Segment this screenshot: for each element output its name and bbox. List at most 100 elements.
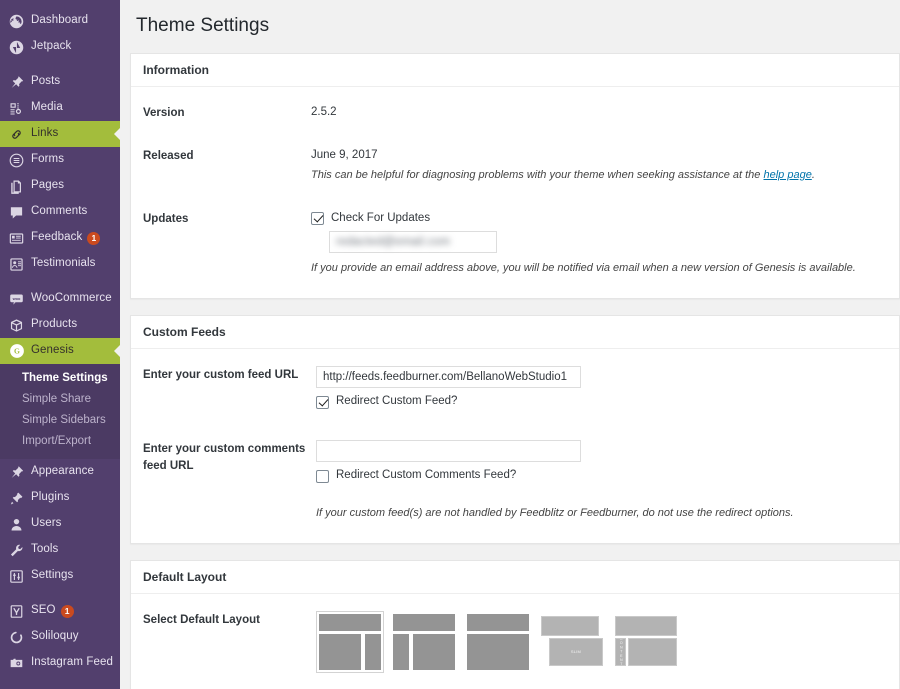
comment-icon bbox=[8, 204, 25, 221]
sidebar-item-genesis[interactable]: G Genesis bbox=[0, 338, 120, 364]
released-label: Released bbox=[143, 149, 194, 162]
sidebar-separator bbox=[0, 589, 120, 598]
sidebar-item-testimonials[interactable]: Testimonials bbox=[0, 251, 120, 277]
sidebar-item-label: Feedback bbox=[31, 231, 83, 244]
feedback-icon bbox=[8, 230, 25, 247]
submenu-item-import-export[interactable]: Import/Export bbox=[0, 431, 120, 452]
sidebar-item-label: Instagram Feed bbox=[31, 656, 113, 669]
sidebar-item-label: Soliloquy bbox=[31, 630, 79, 643]
update-email-field[interactable]: redacted@email.com bbox=[329, 231, 497, 254]
layout-option-content-sidebar-sidebar[interactable]: SLIM bbox=[538, 611, 606, 673]
redirect-custom-comments-feed-checkbox[interactable] bbox=[316, 469, 329, 483]
sidebar-item-forms[interactable]: Forms bbox=[0, 147, 120, 173]
redirect-custom-feed-label: Redirect Custom Feed? bbox=[336, 395, 458, 408]
sidebar-item-label: Dashboard bbox=[31, 14, 89, 27]
help-page-link[interactable]: help page bbox=[763, 169, 811, 181]
sidebar-content-layout-icon bbox=[393, 613, 455, 670]
sidebar-item-dashboard[interactable]: Dashboard bbox=[0, 8, 120, 34]
sidebar-item-label: Tools bbox=[31, 543, 59, 556]
sidebar-item-label: Users bbox=[31, 517, 62, 530]
check-for-updates-checkbox[interactable] bbox=[311, 211, 324, 225]
released-description: This can be helpful for diagnosing probl… bbox=[311, 167, 887, 185]
admin-sidebar: Dashboard Jetpack Posts Media Links Form… bbox=[0, 0, 120, 689]
select-default-layout-row: Select Default Layout SLIM CONTENT bbox=[143, 598, 887, 685]
sidebar-item-label: SEO bbox=[31, 604, 56, 617]
layout-option-content-sidebar[interactable] bbox=[316, 610, 384, 673]
layout-option-sidebar-content[interactable] bbox=[390, 611, 458, 673]
sidebar-item-links[interactable]: Links bbox=[0, 121, 120, 147]
submenu-item-theme-settings[interactable]: Theme Settings bbox=[0, 368, 120, 389]
sidebar-item-label: Comments bbox=[31, 205, 88, 218]
sidebar-item-woocommerce[interactable]: woo WooCommerce bbox=[0, 286, 120, 312]
genesis-icon: G bbox=[8, 343, 25, 360]
sidebar-item-plugins[interactable]: Plugins bbox=[0, 485, 120, 511]
sidebar-item-label: Posts bbox=[31, 75, 61, 88]
custom-feeds-panel: Custom Feeds Enter your custom feed URL … bbox=[130, 314, 900, 544]
genesis-submenu: Theme Settings Simple Share Simple Sideb… bbox=[0, 364, 120, 459]
released-field: June 9, 2017 This can be helpful for dia… bbox=[311, 147, 887, 185]
sidebar-item-tools[interactable]: Tools bbox=[0, 537, 120, 563]
sidebar-item-posts[interactable]: Posts bbox=[0, 69, 120, 95]
sidebar-item-settings[interactable]: Settings bbox=[0, 563, 120, 589]
updates-description: If you provide an email address above, y… bbox=[311, 262, 856, 275]
sidebar-item-media[interactable]: Media bbox=[0, 95, 120, 121]
comments-feed-url-input[interactable] bbox=[316, 440, 581, 463]
sidebar-item-label: Genesis bbox=[31, 344, 74, 357]
version-value: 2.5.2 bbox=[311, 106, 337, 119]
redirect-custom-feed-checkbox[interactable] bbox=[316, 395, 329, 409]
sidebar-item-label: Settings bbox=[31, 569, 74, 582]
sidebar-item-label: Appearance bbox=[31, 465, 95, 478]
sidebar-item-comments[interactable]: Comments bbox=[0, 199, 120, 225]
custom-feeds-note: If your custom feed(s) are not handled b… bbox=[316, 506, 794, 519]
link-icon bbox=[8, 126, 25, 143]
layout-option-sidebar-sidebar-content[interactable]: CONTENT bbox=[612, 611, 680, 673]
sidebar-item-pages[interactable]: Pages bbox=[0, 173, 120, 199]
layout-options-field: SLIM CONTENT bbox=[316, 610, 887, 673]
layout-placeholder-alt: CONTENT bbox=[619, 637, 624, 666]
redirect-custom-comments-feed-row[interactable]: Redirect Custom Comments Feed? bbox=[316, 469, 887, 483]
version-row: Version 2.5.2 bbox=[143, 91, 887, 134]
redirect-custom-feed-row[interactable]: Redirect Custom Feed? bbox=[316, 395, 887, 409]
sidebar-item-label: Testimonials bbox=[31, 257, 96, 270]
submenu-item-simple-share[interactable]: Simple Share bbox=[0, 389, 120, 410]
sidebar-item-label: Products bbox=[31, 318, 78, 331]
content-sidebar-layout-icon bbox=[319, 613, 381, 670]
sidebar-item-instagram-feed[interactable]: Instagram Feed bbox=[0, 650, 120, 676]
dashboard-icon bbox=[8, 13, 25, 30]
feed-url-label: Enter your custom feed URL bbox=[143, 369, 299, 382]
custom-feeds-panel-body: Enter your custom feed URL http://feeds.… bbox=[131, 349, 899, 542]
check-for-updates-row[interactable]: Check For Updates bbox=[311, 212, 887, 226]
instagram-icon bbox=[8, 655, 25, 672]
updates-row: Updates Check For Updates redacted@email… bbox=[143, 197, 887, 290]
comments-feed-url-row: Enter your custom comments feed URL Redi… bbox=[143, 427, 887, 534]
information-panel: Information Version 2.5.2 Released June … bbox=[130, 52, 900, 299]
sidebar-sidebar-content-layout-icon: CONTENT bbox=[615, 614, 677, 670]
sidebar-item-label: Forms bbox=[31, 153, 65, 166]
sidebar-item-appearance[interactable]: Appearance bbox=[0, 459, 120, 485]
jetpack-icon bbox=[8, 39, 25, 56]
sidebar-item-soliloquy[interactable]: Soliloquy bbox=[0, 624, 120, 650]
sidebar-item-products[interactable]: Products bbox=[0, 312, 120, 338]
full-width-content-layout-icon bbox=[467, 613, 529, 670]
updates-field: Check For Updates redacted@email.com If … bbox=[311, 210, 887, 278]
sidebar-item-jetpack[interactable]: Jetpack bbox=[0, 34, 120, 60]
tools-icon bbox=[8, 542, 25, 559]
layout-option-full-width-content[interactable] bbox=[464, 611, 532, 673]
select-default-layout-label: Select Default Layout bbox=[143, 613, 260, 626]
released-row: Released June 9, 2017 This can be helpfu… bbox=[143, 134, 887, 197]
default-layout-panel-header: Default Layout bbox=[131, 561, 899, 594]
custom-feeds-panel-header: Custom Feeds bbox=[131, 316, 899, 350]
comments-feed-url-field: Redirect Custom Comments Feed? If your c… bbox=[316, 440, 887, 522]
sidebar-item-seo[interactable]: SEO 1 bbox=[0, 598, 120, 624]
version-field: 2.5.2 bbox=[311, 104, 887, 121]
pages-icon bbox=[8, 178, 25, 195]
sidebar-item-label: WooCommerce bbox=[31, 292, 112, 305]
information-panel-body: Version 2.5.2 Released June 9, 2017 This… bbox=[131, 87, 899, 298]
submenu-item-simple-sidebars[interactable]: Simple Sidebars bbox=[0, 410, 120, 431]
sidebar-item-feedback[interactable]: Feedback 1 bbox=[0, 225, 120, 251]
sidebar-item-label: Jetpack bbox=[31, 40, 72, 53]
svg-text:woo: woo bbox=[12, 295, 21, 300]
sidebar-item-users[interactable]: Users bbox=[0, 511, 120, 537]
feed-url-field: http://feeds.feedburner.com/BellanoWebSt… bbox=[316, 366, 887, 415]
feed-url-input[interactable]: http://feeds.feedburner.com/BellanoWebSt… bbox=[316, 366, 581, 389]
